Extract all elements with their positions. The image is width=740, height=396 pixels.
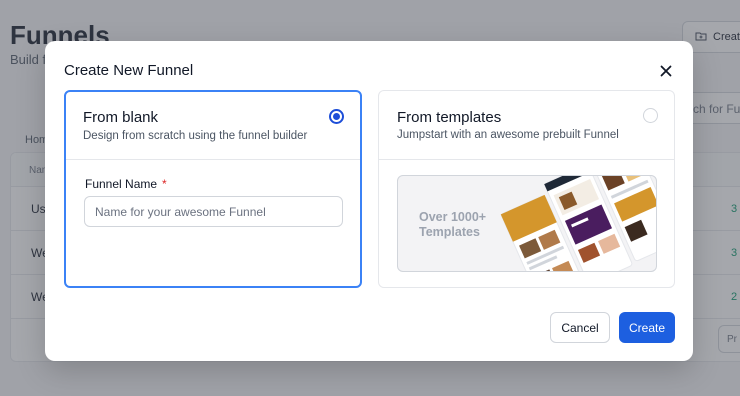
templates-preview-text: Over 1000+ Templates: [419, 210, 486, 240]
required-mark: *: [162, 177, 167, 191]
option-radio-templates[interactable]: [643, 108, 658, 123]
option-title: From blank: [83, 109, 159, 126]
option-card-blank[interactable]: From blank Design from scratch using the…: [64, 90, 362, 288]
option-card-templates[interactable]: From templates Jumpstart with an awesome…: [378, 90, 675, 288]
cancel-button[interactable]: Cancel: [550, 312, 610, 343]
create-button[interactable]: Create: [619, 312, 675, 343]
templates-preview-line1: Over 1000+: [419, 210, 487, 224]
templates-preview-image: Over 1000+ Templates: [397, 175, 657, 272]
option-card-header: From blank Design from scratch using the…: [66, 92, 360, 160]
funnel-name-label-text: Funnel Name: [85, 177, 158, 191]
funnel-name-label: Funnel Name *: [85, 177, 167, 191]
create-funnel-modal: Create New Funnel From blank Design from…: [45, 41, 693, 361]
modal-title: Create New Funnel: [64, 62, 194, 79]
templates-collage-image: [500, 176, 656, 271]
option-description: Design from scratch using the funnel bui…: [83, 130, 308, 142]
funnel-name-input[interactable]: [84, 196, 343, 227]
templates-preview-line2: Templates: [419, 225, 480, 239]
close-icon: [660, 65, 672, 77]
option-card-header: From templates Jumpstart with an awesome…: [379, 91, 674, 160]
close-button[interactable]: [654, 59, 678, 83]
option-description: Jumpstart with an awesome prebuilt Funne…: [397, 129, 619, 141]
option-radio-blank[interactable]: [329, 109, 344, 124]
option-title: From templates: [397, 109, 502, 126]
